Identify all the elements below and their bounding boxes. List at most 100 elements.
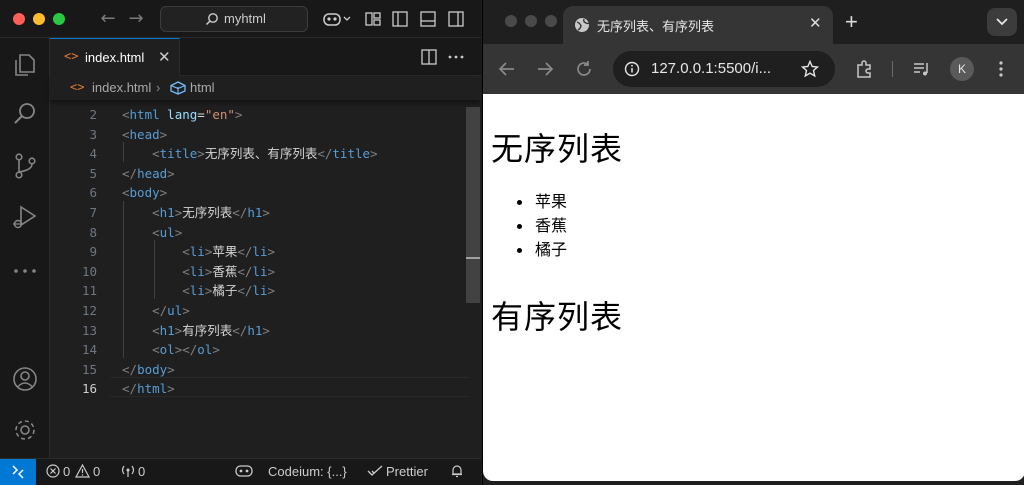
warning-icon[interactable]: [74, 463, 91, 479]
maximize-window-button[interactable]: [53, 13, 65, 25]
ports-antenna-icon[interactable]: [120, 464, 136, 479]
back-arrow-icon[interactable]: ←: [95, 6, 121, 32]
explorer-icon[interactable]: [11, 51, 39, 79]
toggle-secondary-sidebar-icon[interactable]: [447, 10, 465, 28]
close-window-button[interactable]: [13, 13, 25, 25]
command-center-search[interactable]: myhtml: [160, 6, 308, 32]
code-text: <head>: [122, 126, 168, 142]
globe-icon: [575, 18, 590, 32]
code-text: <h1>有序列表</h1>: [152, 322, 270, 338]
code-text: <title>无序列表、有序列表</title>: [152, 146, 378, 162]
code-text: <li>香蕉</li>: [182, 263, 276, 279]
close-window-button[interactable]: [505, 15, 517, 27]
tab-index-html[interactable]: <> index.html ✕: [50, 38, 180, 76]
line-number: 11: [81, 283, 97, 299]
scrollbar-cursor-marker: [466, 257, 480, 259]
copilot-icon[interactable]: [322, 10, 352, 28]
line-number: 13: [81, 322, 97, 338]
toggle-sidebar-icon[interactable]: [391, 10, 409, 28]
code-line[interactable]: 12 </ul>: [50, 301, 481, 321]
code-line[interactable]: 7 <h1>无序列表</h1>: [50, 203, 481, 223]
address-bar[interactable]: 127.0.0.1:5500/i...: [613, 51, 835, 87]
forward-arrow-icon[interactable]: →: [123, 6, 149, 32]
minimize-window-button[interactable]: [33, 13, 45, 25]
status-bar: 0 0 0 Codeium: {...} Prettier: [0, 458, 481, 485]
line-number: 15: [81, 361, 97, 377]
prettier-check-icon[interactable]: [367, 464, 383, 479]
account-icon[interactable]: [11, 365, 39, 393]
errors-icon[interactable]: [46, 464, 60, 479]
code-line[interactable]: 2 <html lang="en">: [50, 105, 481, 125]
browser-tabstrip: 无序列表、有序列表 ✕ +: [483, 0, 1024, 44]
bookmark-star-icon[interactable]: [801, 60, 819, 78]
copilot-status-icon[interactable]: [235, 464, 253, 479]
search-text: myhtml: [224, 11, 266, 26]
forward-arrow-icon[interactable]: [535, 59, 555, 79]
code-line[interactable]: 11 <li>橘子</li>: [50, 281, 481, 301]
more-actions-icon[interactable]: [447, 48, 465, 66]
warnings-count[interactable]: 0: [93, 464, 100, 479]
breadcrumb-symbol[interactable]: html: [190, 80, 215, 95]
page-viewport: 无序列表 苹果 香蕉 橘子 有序列表: [483, 94, 1024, 481]
ports-count[interactable]: 0: [138, 464, 145, 479]
code-text: </head>: [122, 165, 175, 181]
code-line[interactable]: 3 <head>: [50, 125, 481, 145]
tab-search-button[interactable]: [987, 8, 1017, 36]
code-line[interactable]: 8 <ul>: [50, 223, 481, 243]
maximize-window-button[interactable]: [545, 15, 557, 27]
new-tab-plus-icon[interactable]: +: [845, 9, 858, 35]
browser-toolbar: 127.0.0.1:5500/i... K: [483, 44, 1024, 94]
activity-bar: [0, 38, 50, 458]
code-editor[interactable]: 2 <html lang="en"> 3 <head> 4 <title>无序列表、有序…: [50, 100, 481, 458]
layout-customize-icon[interactable]: [364, 10, 382, 28]
errors-count[interactable]: 0: [63, 464, 70, 479]
toolbar-divider: [892, 61, 893, 77]
code-line[interactable]: 4 <title>无序列表、有序列表</title>: [50, 144, 481, 164]
code-text: <ul>: [152, 224, 183, 240]
line-number: 14: [81, 342, 97, 358]
extensions-puzzle-icon[interactable]: [854, 59, 874, 79]
code-text: </body>: [122, 361, 175, 377]
browser-tab-active[interactable]: 无序列表、有序列表 ✕: [563, 6, 833, 44]
run-debug-icon[interactable]: [11, 203, 39, 231]
code-line[interactable]: 16 </html>: [50, 379, 481, 399]
source-control-icon[interactable]: [11, 152, 39, 180]
more-views-icon[interactable]: [11, 257, 39, 285]
site-info-icon[interactable]: [624, 61, 640, 77]
line-number: 8: [89, 224, 97, 240]
media-controls-icon[interactable]: [912, 59, 932, 79]
search-icon[interactable]: [11, 100, 39, 128]
code-line[interactable]: 14 <ol></ol>: [50, 340, 481, 360]
symbol-icon: [170, 81, 186, 98]
line-number: 6: [89, 185, 97, 201]
code-text: <html lang="en">: [122, 107, 243, 122]
profile-avatar[interactable]: K: [950, 57, 974, 81]
reload-icon[interactable]: [574, 59, 594, 79]
toggle-panel-icon[interactable]: [419, 10, 437, 28]
list-item: 香蕉: [517, 214, 567, 238]
codeium-status[interactable]: Codeium: {...}: [268, 464, 347, 479]
menu-kebab-icon[interactable]: [991, 59, 1011, 79]
settings-gear-icon[interactable]: [11, 416, 39, 444]
split-editor-icon[interactable]: [420, 48, 438, 66]
chevron-right-icon: ›: [156, 80, 161, 95]
notifications-bell-icon[interactable]: [450, 464, 464, 479]
remote-indicator[interactable]: [0, 459, 36, 485]
prettier-status[interactable]: Prettier: [386, 464, 428, 479]
breadcrumb-file[interactable]: index.html: [92, 80, 151, 95]
back-arrow-icon[interactable]: [497, 59, 517, 79]
code-line[interactable]: 13 <h1>有序列表</h1>: [50, 321, 481, 341]
chrome-window: 无序列表、有序列表 ✕ + 127.0.0.1:5500/i... K 无序列表…: [482, 0, 1024, 485]
vscode-window: ← → myhtml <> index.html ✕ <> index.html…: [0, 0, 481, 485]
browser-tab-title: 无序列表、有序列表: [597, 19, 715, 34]
editor-scrollbar[interactable]: [466, 107, 480, 303]
code-line[interactable]: 10 <li>香蕉</li>: [50, 262, 481, 282]
close-tab-icon[interactable]: ✕: [809, 14, 822, 32]
close-tab-icon[interactable]: ✕: [158, 48, 171, 66]
code-line[interactable]: 9 <li>苹果</li>: [50, 242, 481, 262]
code-line[interactable]: 15 </body>: [50, 360, 481, 380]
code-line[interactable]: 6 <body>: [50, 183, 481, 203]
code-line[interactable]: 5 </head>: [50, 164, 481, 184]
minimize-window-button[interactable]: [525, 15, 537, 27]
line-number: 3: [89, 126, 97, 142]
